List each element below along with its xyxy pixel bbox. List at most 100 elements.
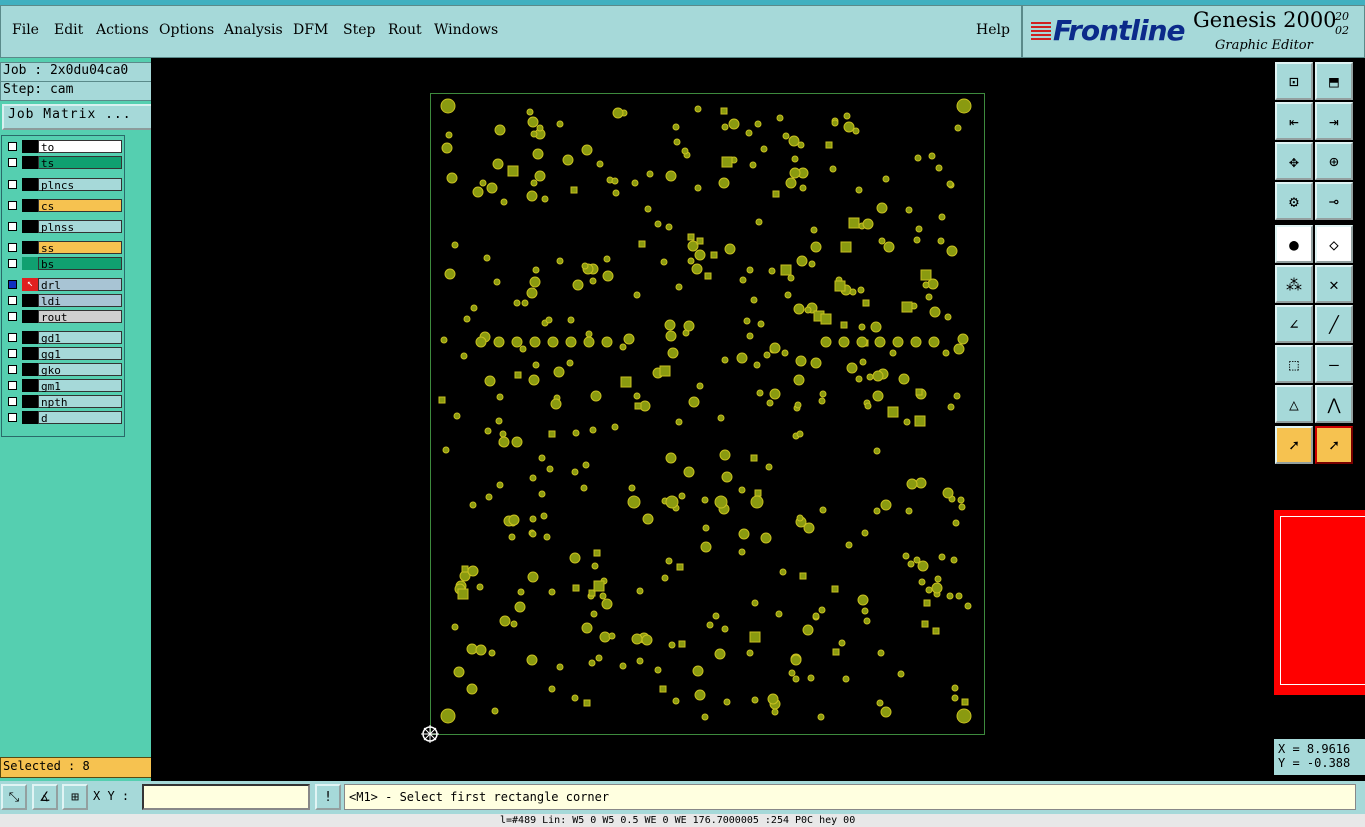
overview-window[interactable] bbox=[1274, 510, 1365, 695]
layer-checkbox[interactable] bbox=[8, 296, 17, 305]
angle-snap-icon[interactable]: ∡ bbox=[32, 784, 58, 810]
layer-name: to bbox=[38, 140, 122, 154]
layer-name: rout bbox=[38, 310, 122, 324]
layer-color-swatch[interactable] bbox=[22, 411, 38, 424]
alert-icon[interactable]: ! bbox=[315, 784, 341, 810]
layer-checkbox[interactable] bbox=[8, 365, 17, 374]
menu-analysis[interactable]: Analysis bbox=[224, 22, 283, 38]
layer-checkbox[interactable] bbox=[8, 222, 17, 231]
layer-color-swatch[interactable] bbox=[22, 310, 38, 323]
menu-options[interactable]: Options bbox=[159, 22, 214, 38]
layer-row-gko[interactable]: gko bbox=[4, 363, 122, 377]
line-icon[interactable]: ╱ bbox=[1315, 305, 1353, 343]
layer-row-gd1[interactable]: gd1 bbox=[4, 331, 122, 345]
layer-row-to[interactable]: to bbox=[4, 140, 122, 154]
select-arrow-icon[interactable]: ➚ bbox=[1275, 426, 1313, 464]
layer-row-ts[interactable]: ts bbox=[4, 156, 122, 170]
zoom-home-icon[interactable]: ⊡ bbox=[1275, 62, 1313, 100]
layer-checkbox[interactable] bbox=[8, 413, 17, 422]
layer-row-drl[interactable]: ↖ drl bbox=[4, 278, 122, 292]
drill-pad bbox=[546, 465, 554, 473]
zoom-page-icon[interactable]: ⬒ bbox=[1315, 62, 1353, 100]
layer-row-cs[interactable]: cs bbox=[4, 199, 122, 213]
line-angle-icon[interactable]: ∠ bbox=[1275, 305, 1313, 343]
menu-help[interactable]: Help bbox=[976, 22, 1010, 38]
layer-checkbox[interactable] bbox=[8, 349, 17, 358]
layer-color-swatch[interactable] bbox=[22, 156, 38, 169]
probe-icon[interactable]: ⊸ bbox=[1315, 182, 1353, 220]
layer-row-ss[interactable]: ss bbox=[4, 241, 122, 255]
layer-color-swatch[interactable] bbox=[22, 331, 38, 344]
layer-color-swatch[interactable] bbox=[22, 379, 38, 392]
menu-edit[interactable]: Edit bbox=[54, 22, 83, 38]
zoom-fit-icon[interactable]: ✥ bbox=[1275, 142, 1313, 180]
pan-left-icon[interactable]: ⇤ bbox=[1275, 102, 1313, 140]
drill-pad bbox=[721, 123, 729, 131]
pad-layer bbox=[421, 98, 972, 743]
grid-snap-icon[interactable]: ⊞ bbox=[62, 784, 88, 810]
layer-row-gg1[interactable]: gg1 bbox=[4, 347, 122, 361]
layer-checkbox[interactable] bbox=[8, 397, 17, 406]
drill-pad bbox=[638, 240, 646, 248]
layer-checkbox[interactable] bbox=[8, 259, 17, 268]
layer-checkbox[interactable] bbox=[8, 243, 17, 252]
layer-checkbox[interactable] bbox=[8, 381, 17, 390]
layer-row-bs[interactable]: bs bbox=[4, 257, 122, 271]
menu-file[interactable]: File bbox=[12, 22, 39, 38]
connect-icon[interactable]: ⁂ bbox=[1275, 265, 1313, 303]
arc-icon[interactable]: ⋀ bbox=[1315, 385, 1353, 423]
add-surface-icon[interactable]: ◇ bbox=[1315, 225, 1353, 263]
graphic-canvas[interactable] bbox=[151, 58, 1272, 781]
xy-input[interactable] bbox=[142, 784, 310, 810]
layer-checkbox[interactable] bbox=[8, 312, 17, 321]
menu-actions[interactable]: Actions bbox=[96, 22, 149, 38]
layer-color-swatch[interactable]: ↖ bbox=[22, 278, 38, 291]
zoom-center-icon[interactable]: ⊕ bbox=[1315, 142, 1353, 180]
layer-checkbox[interactable] bbox=[8, 201, 17, 210]
drill-pad bbox=[702, 524, 710, 532]
layer-color-swatch[interactable] bbox=[22, 294, 38, 307]
layer-row-gm1[interactable]: gm1 bbox=[4, 379, 122, 393]
layer-color-swatch[interactable] bbox=[22, 178, 38, 191]
layer-checkbox[interactable] bbox=[8, 142, 17, 151]
measure-icon[interactable]: ⚙ bbox=[1275, 182, 1313, 220]
drill-pad bbox=[958, 503, 966, 511]
layer-row-d[interactable]: d bbox=[4, 411, 122, 425]
drill-pad bbox=[803, 522, 815, 534]
menu-rout[interactable]: Rout bbox=[388, 22, 422, 38]
layer-color-swatch[interactable] bbox=[22, 199, 38, 212]
menu-dfm[interactable]: DFM bbox=[293, 22, 328, 38]
pan-right-icon[interactable]: ⇥ bbox=[1315, 102, 1353, 140]
drill-pad bbox=[905, 507, 913, 515]
layer-color-swatch[interactable] bbox=[22, 257, 38, 270]
layer-checkbox[interactable] bbox=[8, 158, 17, 167]
layer-color-swatch[interactable] bbox=[22, 347, 38, 360]
layer-name: plnss bbox=[38, 220, 122, 234]
layer-row-npth[interactable]: npth bbox=[4, 395, 122, 409]
layer-color-swatch[interactable] bbox=[22, 395, 38, 408]
menu-windows[interactable]: Windows bbox=[434, 22, 498, 38]
drill-pad bbox=[710, 251, 718, 259]
drill-pad bbox=[842, 675, 850, 683]
snap-icon[interactable]: ⤡ bbox=[1, 784, 27, 810]
layer-color-swatch[interactable] bbox=[22, 241, 38, 254]
layer-checkbox[interactable] bbox=[8, 333, 17, 342]
line-horizontal-icon[interactable]: — bbox=[1315, 345, 1353, 383]
add-pad-icon[interactable]: ● bbox=[1275, 225, 1313, 263]
layer-color-swatch[interactable] bbox=[22, 220, 38, 233]
menu-step[interactable]: Step bbox=[343, 22, 375, 38]
layer-checkbox[interactable] bbox=[8, 280, 17, 289]
move-icon[interactable]: ⬚ bbox=[1275, 345, 1313, 383]
layer-checkbox[interactable] bbox=[8, 180, 17, 189]
layer-color-swatch[interactable] bbox=[22, 140, 38, 153]
drill-pad bbox=[751, 599, 759, 607]
layer-row-rout[interactable]: rout bbox=[4, 310, 122, 324]
layer-row-plncs[interactable]: plncs bbox=[4, 178, 122, 192]
select-box-icon[interactable]: ➚ bbox=[1315, 426, 1353, 464]
delete-icon[interactable]: ✕ bbox=[1315, 265, 1353, 303]
triangle-icon[interactable]: △ bbox=[1275, 385, 1313, 423]
job-matrix-button[interactable]: Job Matrix ... bbox=[2, 104, 156, 130]
layer-color-swatch[interactable] bbox=[22, 363, 38, 376]
layer-row-plnss[interactable]: plnss bbox=[4, 220, 122, 234]
layer-row-ldi[interactable]: ldi bbox=[4, 294, 122, 308]
